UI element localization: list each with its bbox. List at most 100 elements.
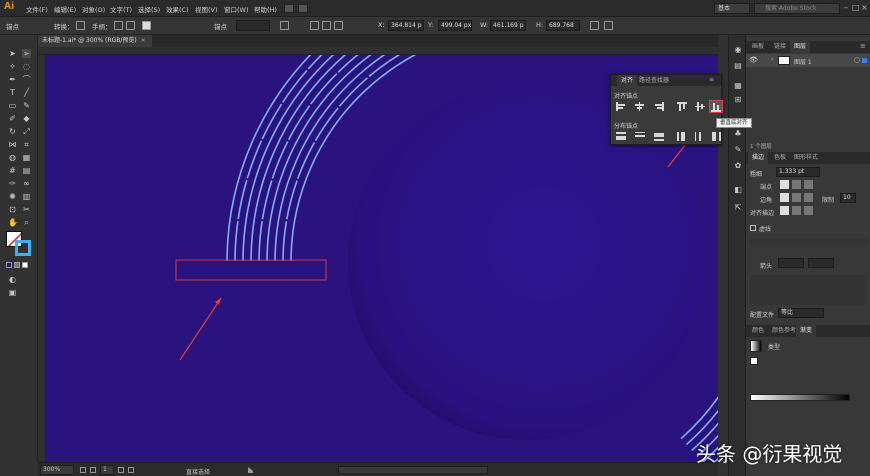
eye-icon[interactable]: 👁 (749, 56, 758, 64)
eyedropper-icon[interactable]: ✑ (8, 179, 17, 188)
zoom-tool-icon[interactable]: ⌕ (22, 218, 31, 227)
transform-panel-icon[interactable]: ⊞ (733, 95, 743, 105)
screen-mode-icon[interactable]: ▣ (8, 288, 17, 297)
mesh-tool-icon[interactable]: # (8, 166, 17, 175)
horizontal-center-align-icon[interactable] (635, 102, 645, 111)
line-tool-icon[interactable]: ╱ (22, 88, 31, 97)
menu-effect[interactable]: 效果(C) (166, 4, 189, 14)
gradient-slider[interactable] (750, 394, 850, 401)
tab-graphic-styles[interactable]: 图形样式 (790, 152, 822, 164)
x-field[interactable]: 364.814 p (388, 20, 424, 31)
dash-pattern-fields[interactable] (750, 238, 866, 246)
document-tab[interactable]: 未标题-1.ai* @ 300% (RGB/预览) × (38, 35, 152, 47)
menu-object[interactable]: 对象(O) (82, 4, 105, 14)
close-tab-icon[interactable]: × (141, 37, 146, 44)
horizontal-right-align-icon[interactable] (654, 102, 664, 111)
w-field[interactable]: 461.169 p (490, 20, 526, 31)
remove-anchor-icon[interactable] (142, 21, 151, 30)
status-menu-icon[interactable] (248, 467, 254, 473)
arrow-start-select[interactable] (778, 258, 804, 268)
eraser-icon[interactable]: ◆ (22, 114, 31, 123)
brushes-icon[interactable]: ✎ (733, 145, 743, 155)
miter-join-icon[interactable] (780, 193, 789, 202)
convert-corner-icon[interactable] (76, 21, 85, 30)
prev-artboard-icon[interactable] (90, 467, 96, 473)
vertical-center-align-icon[interactable] (695, 102, 705, 111)
symbol-sprayer-icon[interactable]: ✺ (8, 192, 17, 201)
align-left-icon[interactable] (310, 21, 319, 30)
symbols-icon[interactable]: ✿ (733, 161, 743, 171)
horizontal-ruler[interactable] (38, 47, 718, 55)
color-mode-icon[interactable] (6, 262, 12, 268)
h-field[interactable]: 689.768 (546, 20, 580, 31)
layer-name[interactable]: 图层 1 (794, 57, 812, 66)
anchor-field[interactable] (236, 20, 270, 31)
arrow-end-select[interactable] (808, 258, 834, 268)
tab-swatches[interactable]: 色板 (770, 152, 790, 164)
maximize-icon[interactable]: □ (852, 3, 860, 12)
menu-more-icon[interactable] (604, 21, 613, 30)
handle-hide-icon[interactable] (126, 21, 135, 30)
profile-select[interactable]: 等比 (778, 308, 824, 318)
stroke-weight-field[interactable]: 1.333 pt (776, 167, 820, 177)
distribute-hright-icon[interactable] (711, 132, 721, 141)
horizontal-scrollbar[interactable] (338, 466, 488, 474)
graph-tool-icon[interactable]: ▥ (22, 192, 31, 201)
y-field[interactable]: 499.04 px (438, 20, 472, 31)
perspective-grid-icon[interactable]: ▦ (22, 153, 31, 162)
vertical-ruler[interactable] (38, 55, 46, 462)
rotate-tool-icon[interactable]: ↻ (8, 127, 17, 136)
stock-search-input[interactable]: 搜索 Adobe Stock (754, 3, 840, 14)
graphic-styles-icon[interactable]: ◧ (733, 185, 743, 195)
align-panel-menu-icon[interactable]: ≡ (709, 76, 714, 83)
gradient-stroke-none-icon[interactable] (750, 357, 758, 365)
next-artboard-icon[interactable] (118, 467, 124, 473)
tab-artboards[interactable]: 画板 (748, 41, 768, 53)
stroke-swatch[interactable] (15, 240, 31, 256)
appearance-icon[interactable]: ♣ (733, 129, 743, 139)
menu-type[interactable]: 文字(T) (110, 4, 132, 14)
minimize-icon[interactable]: – (844, 3, 848, 12)
butt-cap-icon[interactable] (780, 180, 789, 189)
dashed-checkbox[interactable] (750, 225, 756, 231)
direct-selection-tool-icon[interactable]: ➢ (22, 49, 31, 58)
artboard-tool-icon[interactable]: ⊡ (8, 205, 17, 214)
tab-pathfinder[interactable]: 路径查找器 (635, 75, 673, 87)
gradient-preview-swatch[interactable] (750, 340, 762, 352)
tab-stroke[interactable]: 描边 (748, 152, 769, 164)
magic-wand-icon[interactable]: ✧ (8, 62, 17, 71)
isolate-icon[interactable] (280, 21, 289, 30)
export-icon[interactable]: ⇱ (733, 203, 743, 213)
tab-align[interactable]: 对齐 (617, 75, 638, 87)
bevel-join-icon[interactable] (804, 193, 813, 202)
distribute-bottom-icon[interactable] (654, 132, 664, 141)
projecting-cap-icon[interactable] (804, 180, 813, 189)
properties-icon[interactable]: ▦ (733, 81, 743, 91)
round-join-icon[interactable] (792, 193, 801, 202)
pen-tool-icon[interactable]: ✒ (8, 75, 17, 84)
distribute-hleft-icon[interactable] (677, 132, 687, 141)
vertical-bottom-align-icon[interactable] (709, 100, 723, 113)
menu-edit[interactable]: 编辑(E) (54, 4, 76, 14)
zoom-field[interactable]: 300% (40, 465, 74, 475)
current-tool-status[interactable]: 直接选择 (186, 467, 210, 476)
tab-links[interactable]: 链接 (770, 41, 790, 53)
paintbrush-icon[interactable]: ✎ (22, 101, 31, 110)
last-artboard-icon[interactable] (128, 467, 134, 473)
selection-tool-icon[interactable]: ➤ (8, 49, 17, 58)
layer-row[interactable]: 👁 › 图层 1 ○ (746, 54, 870, 67)
workspace-switcher[interactable]: 基本 (714, 3, 750, 14)
tab-color[interactable]: 颜色 (748, 325, 768, 337)
scale-tool-icon[interactable]: ⤢ (22, 127, 31, 136)
round-cap-icon[interactable] (792, 180, 801, 189)
none-mode-icon[interactable] (22, 262, 28, 268)
draw-mode-icon[interactable]: ◐ (8, 275, 17, 284)
tab-layers[interactable]: 图层 (790, 41, 811, 53)
curvature-icon[interactable]: ⌒ (22, 75, 31, 84)
expand-layer-icon[interactable]: › (771, 56, 773, 63)
target-icon[interactable]: ○ (854, 56, 860, 64)
layers-panel-menu-icon[interactable]: ≡ (860, 42, 866, 50)
align-center-icon[interactable] (322, 21, 331, 30)
lasso-icon[interactable]: ◌ (22, 62, 31, 71)
distribute-hcenter-icon[interactable] (695, 132, 705, 141)
